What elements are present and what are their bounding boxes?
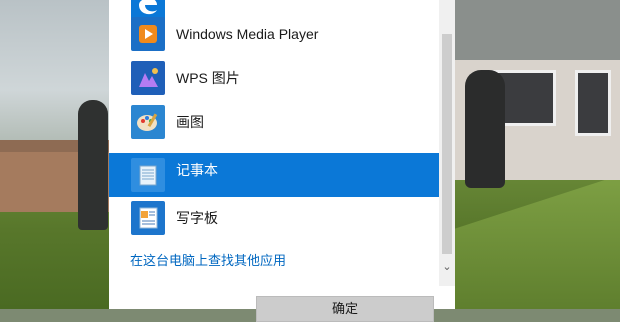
app-list: Windows Media Player WPS 图片 画图 记事本 写字板 在… [109,0,439,286]
app-label: 画图 [176,114,204,130]
person-right [465,70,505,188]
scroll-down-button[interactable]: ⌄ [439,258,455,276]
house-right-upper [455,0,620,60]
ok-button[interactable]: 确定 [256,296,434,322]
app-item-windows-media-player[interactable]: Windows Media Player [109,12,439,56]
scrollbar[interactable]: ⌄ [439,0,455,286]
person-left [78,100,108,230]
house-window [575,70,611,136]
app-label: 写字板 [176,210,218,226]
app-item-notepad[interactable]: 记事本 [109,153,439,197]
find-more-apps-link[interactable]: 在这台电脑上查找其他应用 [130,250,286,269]
media-player-icon [131,17,165,51]
scroll-thumb[interactable] [442,34,452,254]
app-label: 记事本 [176,162,218,178]
app-label: Windows Media Player [176,26,319,42]
notepad-icon [131,158,165,192]
app-item-wps-picture[interactable]: WPS 图片 [109,56,439,100]
open-with-dialog: Windows Media Player WPS 图片 画图 记事本 写字板 在… [109,0,455,322]
app-item-paint[interactable]: 画图 [109,100,439,144]
app-label: WPS 图片 [176,70,240,86]
app-item-wordpad[interactable]: 写字板 [109,196,439,240]
wordpad-icon [131,201,165,235]
wps-picture-icon [131,61,165,95]
paint-icon [131,105,165,139]
